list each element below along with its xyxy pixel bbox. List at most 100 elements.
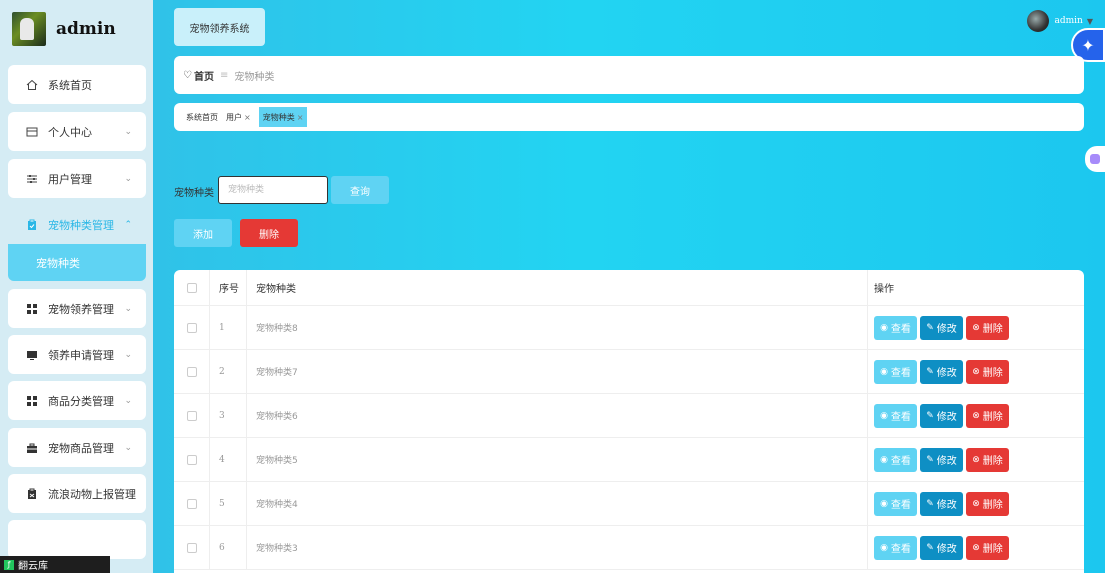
sidebar-item-profile[interactable]: 个人中心 ⌄ — [8, 112, 146, 151]
select-all-checkbox[interactable] — [186, 282, 197, 293]
breadcrumb-current: 宠物种类 — [234, 71, 275, 83]
brand: admin — [12, 10, 116, 48]
row-delete-button[interactable]: ⊗ 删除 — [966, 535, 1009, 560]
row-index: 4 — [211, 438, 247, 481]
row-checkbox[interactable] — [186, 454, 197, 465]
tag-users[interactable]: 用户 × — [226, 107, 251, 127]
system-title-tab[interactable]: 宠物领养系统 — [174, 8, 265, 46]
close-circle-icon: ⊗ — [972, 542, 980, 553]
clipboard-icon — [25, 487, 39, 501]
sidebar-item-users[interactable]: 用户管理 ⌄ — [8, 159, 146, 198]
close-circle-icon: ⊗ — [972, 454, 980, 465]
close-icon[interactable]: × — [244, 113, 251, 122]
row-delete-button[interactable]: ⊗ 删除 — [966, 491, 1009, 516]
sidebar-item-label: 用户管理 — [48, 172, 92, 186]
brand-avatar — [12, 12, 46, 46]
sidebar-item-pet-products[interactable]: 宠物商品管理 ⌄ — [8, 428, 146, 467]
delete-label: 删除 — [982, 412, 1003, 423]
row-checkbox[interactable] — [186, 542, 197, 553]
eye-icon: ◉ — [880, 498, 888, 509]
row-delete-button[interactable]: ⊗ 删除 — [966, 403, 1009, 428]
clipboard-icon — [25, 218, 39, 232]
search-input[interactable] — [218, 176, 328, 204]
view-button[interactable]: ◉ 查看 — [874, 447, 917, 472]
user-name: admin — [1054, 16, 1083, 26]
eye-icon: ◉ — [880, 542, 888, 553]
sidebar-item-adoption[interactable]: 宠物领养管理 ⌄ — [8, 289, 146, 328]
edit-button[interactable]: ✎ 修改 — [920, 359, 963, 384]
sidebar-item-pet-category[interactable]: 宠物种类管理 ⌃ — [8, 205, 146, 244]
breadcrumb-separator: ≡ — [219, 69, 229, 81]
edit-button[interactable]: ✎ 修改 — [920, 403, 963, 428]
close-icon[interactable]: × — [297, 113, 304, 122]
edit-button[interactable]: ✎ 修改 — [920, 315, 963, 340]
sidebar-item-home[interactable]: 系统首页 — [8, 65, 146, 104]
edit-label: 修改 — [936, 324, 957, 335]
row-delete-button[interactable]: ⊗ 删除 — [966, 447, 1009, 472]
tag-pet-category[interactable]: 宠物种类 × — [258, 107, 308, 127]
breadcrumb-home[interactable]: 首页 — [194, 68, 214, 83]
edit-button[interactable]: ✎ 修改 — [920, 447, 963, 472]
edit-label: 修改 — [936, 500, 957, 511]
sidebar-item-label: 商品分类管理 — [48, 394, 114, 408]
sliders-icon — [25, 172, 39, 186]
row-checkbox-cell — [174, 526, 210, 569]
view-button[interactable]: ◉ 查看 — [874, 535, 917, 560]
submenu-item-pet-category[interactable]: 宠物种类 — [8, 244, 146, 281]
edit-button[interactable]: ✎ 修改 — [920, 491, 963, 516]
sidebar-item-product-category[interactable]: 商品分类管理 ⌄ — [8, 381, 146, 420]
pencil-icon: ✎ — [926, 366, 934, 377]
card-icon — [25, 125, 39, 139]
view-label: 查看 — [890, 544, 911, 555]
delete-button[interactable]: 删除 — [240, 219, 298, 247]
taskbar[interactable]: ƒ 翻云库 — [0, 556, 110, 573]
row-name: 宠物种类3 — [248, 526, 868, 569]
delete-label: 删除 — [982, 324, 1003, 335]
row-delete-button[interactable]: ⊗ 删除 — [966, 315, 1009, 340]
edit-label: 修改 — [936, 368, 957, 379]
view-button[interactable]: ◉ 查看 — [874, 359, 917, 384]
row-checkbox[interactable] — [186, 366, 197, 377]
tag-home[interactable]: 系统首页 — [186, 107, 218, 127]
sidebar-item-stray-report[interactable]: 流浪动物上报管理 — [8, 474, 146, 513]
row-checkbox[interactable] — [186, 322, 197, 333]
row-checkbox[interactable] — [186, 410, 197, 421]
close-circle-icon: ⊗ — [972, 498, 980, 509]
tag-bar: 系统首页 用户 × 宠物种类 × — [174, 103, 1084, 131]
close-circle-icon: ⊗ — [972, 366, 980, 377]
view-button[interactable]: ◉ 查看 — [874, 491, 917, 516]
row-checkbox-cell — [174, 306, 210, 349]
edit-label: 修改 — [936, 456, 957, 467]
tag-label: 系统首页 — [186, 112, 218, 122]
query-button[interactable]: 查询 — [331, 176, 389, 204]
row-checkbox-cell — [174, 394, 210, 437]
pencil-icon: ✎ — [926, 498, 934, 509]
view-button[interactable]: ◉ 查看 — [874, 315, 917, 340]
row-name: 宠物种类7 — [248, 350, 868, 393]
row-checkbox-cell — [174, 482, 210, 525]
row-checkbox[interactable] — [186, 498, 197, 509]
header-checkbox-cell — [174, 270, 210, 305]
header-index: 序号 — [211, 270, 247, 305]
eye-icon: ◉ — [880, 410, 888, 421]
edit-label: 修改 — [936, 412, 957, 423]
sidebar-item-partial[interactable] — [8, 520, 146, 559]
view-label: 查看 — [890, 368, 911, 379]
row-delete-button[interactable]: ⊗ 删除 — [966, 359, 1009, 384]
chat-bubble-icon[interactable] — [1085, 146, 1105, 172]
sidebar-item-applications[interactable]: 领养申请管理 ⌄ — [8, 335, 146, 374]
row-index: 5 — [211, 482, 247, 525]
add-button[interactable]: 添加 — [174, 219, 232, 247]
pencil-icon: ✎ — [926, 454, 934, 465]
view-button[interactable]: ◉ 查看 — [874, 403, 917, 428]
edit-button[interactable]: ✎ 修改 — [920, 535, 963, 560]
pencil-icon: ✎ — [926, 322, 934, 333]
heart-icon: ♡ — [183, 69, 192, 81]
view-label: 查看 — [890, 412, 911, 423]
table-row: 1 宠物种类8 ◉ 查看 ✎ 修改 ⊗ 删除 — [174, 306, 1084, 350]
chevron-down-icon: ⌄ — [124, 442, 132, 453]
row-name: 宠物种类5 — [248, 438, 868, 481]
app-icon: ƒ — [4, 559, 14, 570]
edit-label: 修改 — [936, 544, 957, 555]
row-actions: ◉ 查看 ✎ 修改 ⊗ 删除 — [869, 350, 1084, 393]
